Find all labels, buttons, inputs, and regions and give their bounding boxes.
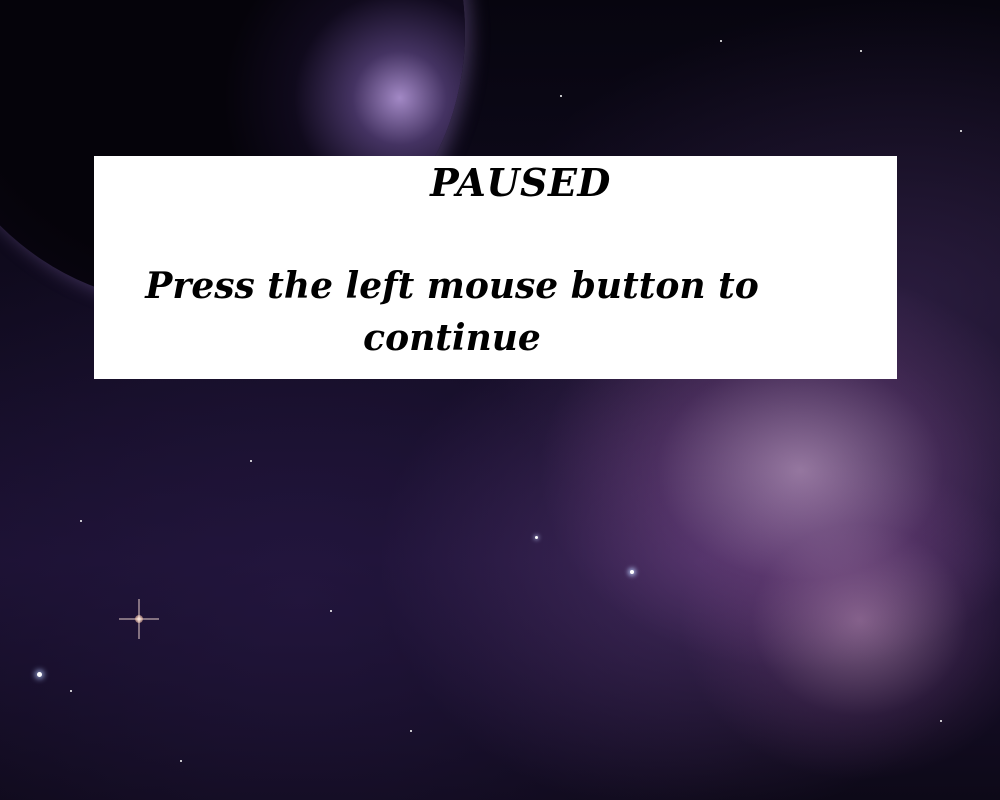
- star: [37, 672, 42, 677]
- star: [630, 570, 634, 574]
- game-screen[interactable]: PAUSED Press the left mouse button to co…: [0, 0, 1000, 800]
- star: [180, 760, 182, 762]
- star: [80, 520, 82, 522]
- star: [860, 50, 862, 52]
- star: [330, 610, 332, 612]
- star: [940, 720, 942, 722]
- star: [560, 95, 562, 97]
- pause-dialog[interactable]: PAUSED Press the left mouse button to co…: [94, 156, 897, 379]
- star: [960, 130, 962, 132]
- star: [410, 730, 412, 732]
- star: [250, 460, 252, 462]
- continue-instruction: Press the left mouse button to continue: [145, 265, 759, 359]
- pause-title: PAUSED: [430, 160, 611, 205]
- star: [535, 536, 538, 539]
- star: [70, 690, 72, 692]
- bright-star: [119, 599, 159, 639]
- star: [720, 40, 722, 42]
